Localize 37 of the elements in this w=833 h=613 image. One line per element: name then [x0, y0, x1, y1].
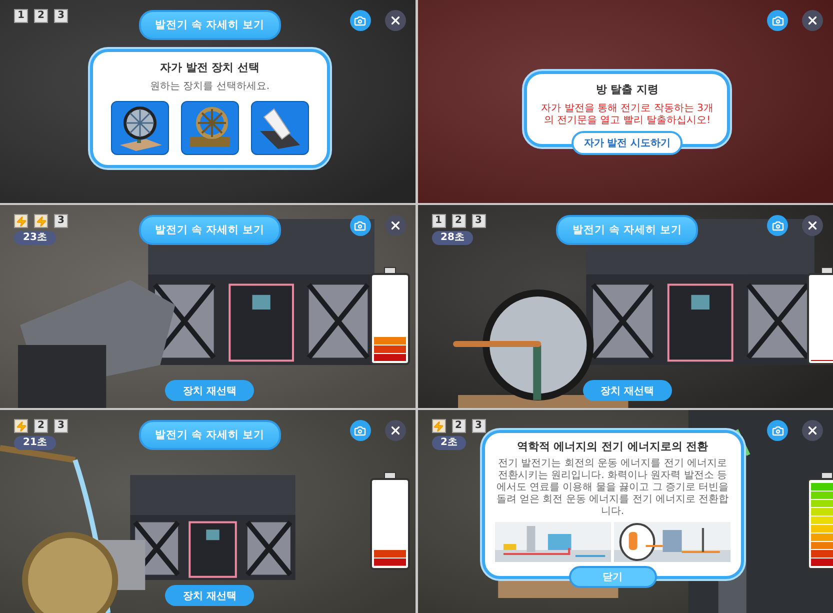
reselect-device-button[interactable]: 장치 재선택	[165, 380, 254, 401]
dialog-title: 방 탈출 지령	[596, 82, 659, 96]
stage-badge: 2	[34, 9, 48, 23]
detail-view-button[interactable]: 발전기 속 자세히 보기	[138, 420, 281, 450]
device-option-button[interactable]	[250, 101, 309, 156]
reselect-device-button[interactable]: 장치 재선택	[582, 380, 672, 401]
detail-view-button[interactable]: 발전기 속 자세히 보기	[138, 215, 281, 245]
mission-message: 자가 발전을 통해 전기로 작동하는 3개의 전기문을 열고 빨리 탈출하십시오!	[540, 102, 714, 128]
stage-badge: 3	[54, 9, 68, 23]
camera-icon	[354, 424, 366, 436]
dialog-subtitle: 원하는 장치를 선택하세요.	[150, 80, 270, 94]
timer-badge: 28초	[432, 231, 474, 245]
camera-icon	[354, 14, 366, 26]
detail-view-button[interactable]: 발전기 속 자세히 보기	[556, 215, 698, 245]
close-icon	[388, 219, 402, 232]
start-button[interactable]: 자가 발전 시도하기	[572, 130, 683, 154]
close-icon	[388, 14, 402, 27]
device-option-button[interactable]	[110, 101, 169, 156]
close-icon	[388, 424, 402, 437]
stage-badge: 2	[34, 419, 48, 433]
device-option-button[interactable]	[180, 101, 239, 156]
stage-badge: 2	[452, 214, 466, 228]
timer-badge: 23초	[14, 231, 56, 245]
timer-badge: 21초	[14, 436, 56, 450]
dialog-title: 자가 발전 장치 선택	[160, 60, 260, 75]
stage-badge: 3	[54, 419, 68, 433]
stage-badge: 1	[432, 214, 446, 228]
stage-badge: 3	[54, 214, 68, 228]
reselect-device-button[interactable]: 장치 재선택	[165, 585, 254, 606]
close-icon	[806, 14, 819, 27]
close-icon	[806, 219, 819, 232]
camera-icon	[772, 14, 784, 26]
stage-badge: 1	[14, 9, 28, 23]
stage-badge: 3	[472, 214, 486, 228]
detail-view-button[interactable]: 발전기 속 자세히 보기	[138, 10, 281, 40]
camera-icon	[354, 220, 366, 232]
camera-icon	[772, 220, 784, 232]
